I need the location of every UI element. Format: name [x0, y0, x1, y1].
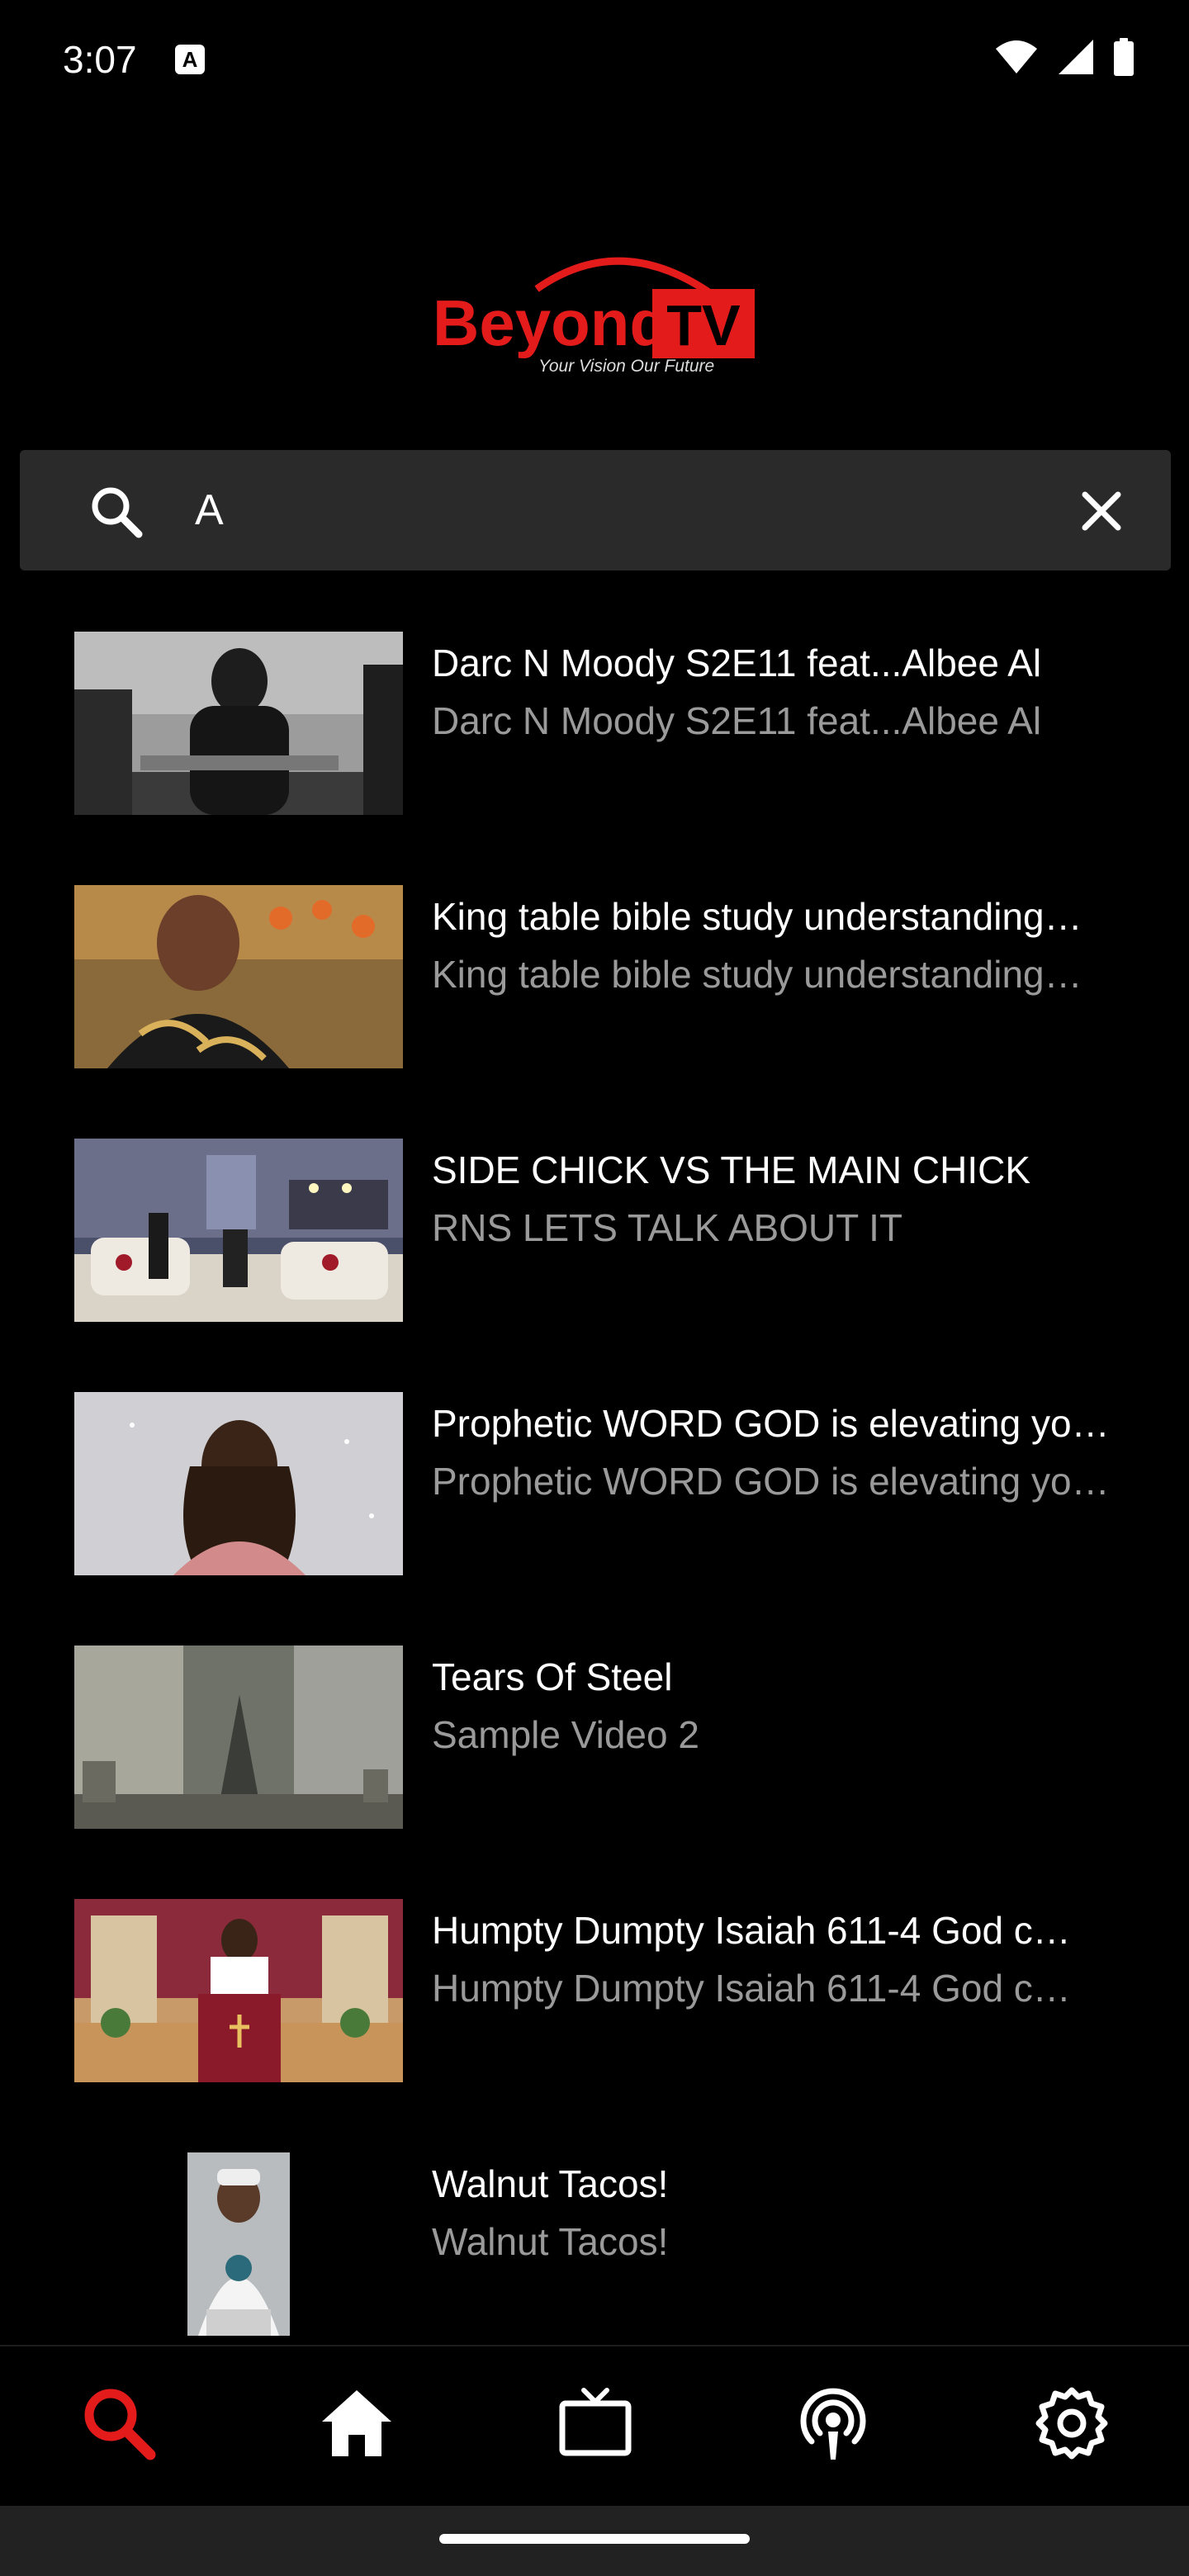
result-title: Prophetic WORD GOD is elevating yo…: [432, 1402, 1110, 1445]
search-icon: [84, 2389, 156, 2460]
result-title: Walnut Tacos!: [432, 2162, 669, 2205]
result-subtitle: Walnut Tacos!: [432, 2220, 669, 2263]
video-thumbnail: [74, 1646, 403, 1829]
video-thumbnail: [74, 885, 403, 1068]
settings-icon: [1035, 2387, 1108, 2460]
status-time: 3:07: [63, 38, 137, 81]
list-item[interactable]: Tears Of Steel Sample Video 2: [0, 1621, 1189, 1874]
search-bar[interactable]: A: [20, 450, 1171, 571]
nav-search-icon[interactable]: [73, 2378, 164, 2469]
video-thumbnail: [74, 2152, 403, 2336]
screen: 3:07 A Beyond TV Your Vision Our Future …: [0, 0, 1189, 2576]
battery-icon: [1113, 38, 1135, 80]
home-icon: [322, 2390, 391, 2456]
system-gesture-bar: [0, 2506, 1189, 2576]
video-thumbnail: [74, 632, 403, 815]
beyond-tv-logo: Beyond TV Your Vision Our Future: [413, 239, 776, 388]
video-thumbnail: [74, 1899, 403, 2082]
list-item[interactable]: King table bible study understanding… Ki…: [0, 860, 1189, 1114]
status-icons: [994, 38, 1135, 80]
signal-icon: [1057, 38, 1095, 80]
result-title: Tears Of Steel: [432, 1655, 673, 1698]
video-thumbnail: [74, 1392, 403, 1575]
home-indicator[interactable]: [439, 2534, 750, 2544]
list-item[interactable]: SIDE CHICK VS THE MAIN CHICK RNS LETS TA…: [0, 1114, 1189, 1367]
nav-podcast-icon[interactable]: [788, 2378, 879, 2469]
result-subtitle: Sample Video 2: [432, 1713, 699, 1756]
result-title: King table bible study understanding…: [432, 895, 1082, 938]
nav-home-icon[interactable]: [311, 2378, 402, 2469]
result-title: Humpty Dumpty Isaiah 611-4 God c…: [432, 1909, 1071, 1952]
search-input[interactable]: A: [195, 481, 224, 539]
nav-settings-icon[interactable]: [1026, 2378, 1117, 2469]
bottom-nav: [0, 2345, 1189, 2507]
logo-brand-box: TV: [666, 293, 741, 358]
wifi-icon: [994, 39, 1039, 79]
logo-brand-main: Beyond: [433, 286, 669, 359]
logo-tagline: Your Vision Our Future: [538, 357, 714, 376]
list-item[interactable]: Walnut Tacos! Walnut Tacos!: [0, 2128, 1189, 2345]
result-title: Darc N Moody S2E11 feat...Albee Al: [432, 642, 1042, 684]
podcast-icon: [800, 2388, 866, 2460]
result-subtitle: Humpty Dumpty Isaiah 611-4 God c…: [432, 1967, 1071, 2010]
result-subtitle: Darc N Moody S2E11 feat...Albee Al: [432, 699, 1042, 742]
nav-tv-icon[interactable]: [550, 2378, 641, 2469]
result-subtitle: King table bible study understanding…: [432, 953, 1082, 996]
result-title: SIDE CHICK VS THE MAIN CHICK: [432, 1148, 1031, 1191]
notification-icon: A: [175, 45, 205, 74]
results-list: Darc N Moody S2E11 feat...Albee Al Darc …: [0, 607, 1189, 2345]
video-thumbnail: [74, 1139, 403, 1322]
result-subtitle: RNS LETS TALK ABOUT IT: [432, 1206, 903, 1249]
search-icon: [89, 485, 144, 539]
close-icon[interactable]: [1078, 488, 1125, 534]
list-item[interactable]: Darc N Moody S2E11 feat...Albee Al Darc …: [0, 607, 1189, 860]
list-item[interactable]: Prophetic WORD GOD is elevating yo… Prop…: [0, 1367, 1189, 1621]
list-item[interactable]: Humpty Dumpty Isaiah 611-4 God c… Humpty…: [0, 1874, 1189, 2128]
result-subtitle: Prophetic WORD GOD is elevating yo…: [432, 1460, 1110, 1503]
tv-icon: [559, 2388, 632, 2456]
status-bar: 3:07 A: [0, 0, 1189, 119]
